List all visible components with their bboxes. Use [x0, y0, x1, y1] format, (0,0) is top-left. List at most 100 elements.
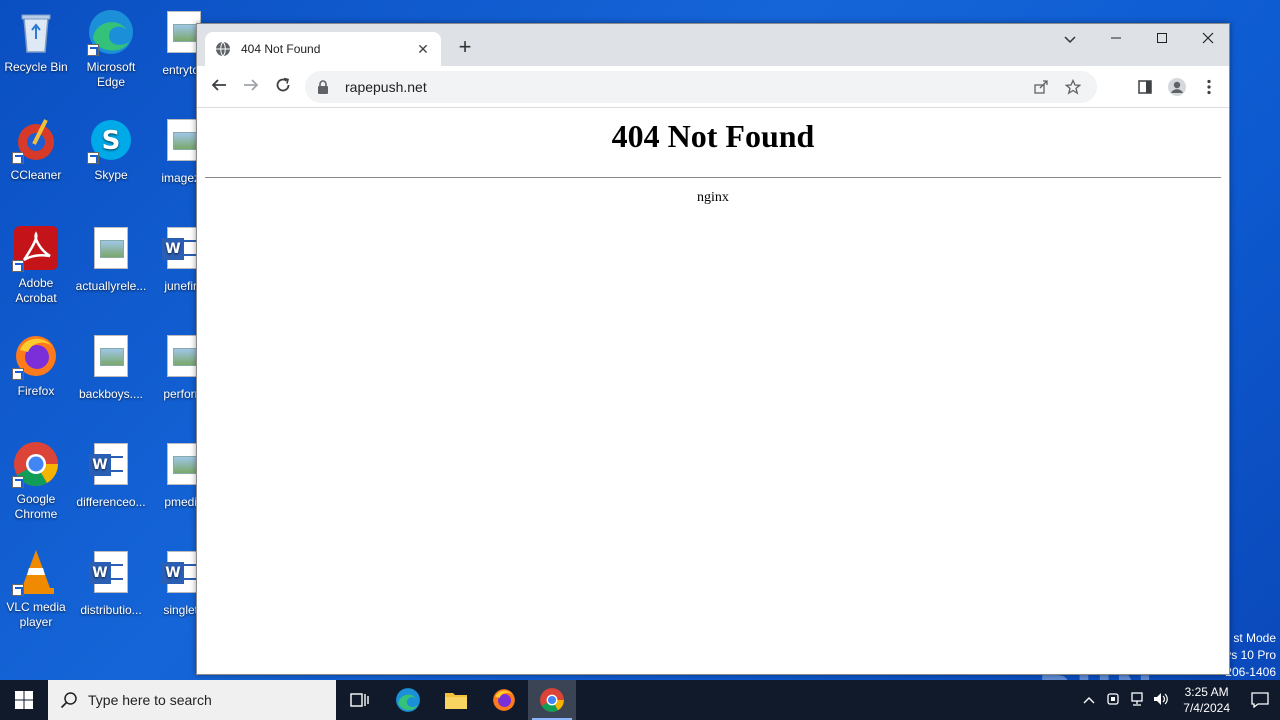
microsoft-edge-icon [87, 8, 135, 56]
clock-date: 7/4/2024 [1183, 701, 1230, 715]
shortcut-arrow-icon [87, 152, 99, 164]
taskbar-firefox-button[interactable] [480, 680, 528, 720]
google-chrome-icon [540, 688, 564, 712]
back-arrow-icon[interactable] [205, 73, 233, 101]
shortcut-arrow-icon [12, 368, 24, 380]
desktop-icon-image-file[interactable]: backboys.... [75, 332, 147, 402]
desktop-icon-label: Microsoft Edge [86, 60, 136, 89]
desktop-icon-label: VLC media player [6, 600, 66, 629]
security-icon[interactable] [1101, 692, 1125, 709]
desktop-icon-label: actuallyrele... [75, 279, 147, 293]
system-tray: 3:25 AM 7/4/2024 [1077, 680, 1280, 720]
divider [205, 177, 1221, 178]
close-tab-icon[interactable]: ✕ [415, 41, 431, 57]
microsoft-edge-icon [396, 688, 420, 712]
search-placeholder: Type here to search [88, 692, 212, 708]
maximize-button[interactable] [1139, 24, 1185, 54]
volume-icon[interactable] [1149, 692, 1173, 709]
forward-arrow-icon[interactable] [237, 73, 265, 101]
desktop-icon-label: Recycle Bin [4, 60, 68, 74]
minimize-button[interactable] [1093, 24, 1139, 54]
desktop-icon-image-file[interactable]: actuallyrele... [75, 224, 147, 294]
taskbar-chrome-button[interactable] [528, 680, 576, 720]
adobe-acrobat-icon [12, 224, 60, 272]
lock-icon[interactable] [317, 80, 331, 94]
firefox-icon [493, 689, 515, 711]
page-content: 404 Not Found nginx [197, 108, 1229, 674]
kebab-menu-icon[interactable] [1197, 75, 1221, 99]
page-heading: 404 Not Found [611, 118, 815, 154]
desktop-icon-microsoft-edge[interactable]: Microsoft Edge [75, 8, 147, 90]
server-name: nginx [697, 190, 729, 205]
search-icon [60, 691, 78, 709]
vlc-cone-icon [12, 548, 60, 596]
chrome-window: 404 Not Found ✕ + rapepush.net 404 Not F… [196, 23, 1230, 675]
system-info-text: st Mode vs 10 Pro 206-1406 [1225, 630, 1276, 681]
desktop-icon-google-chrome[interactable]: Google Chrome [0, 440, 72, 522]
bookmark-star-icon[interactable] [1061, 75, 1085, 99]
image-file-icon [87, 335, 135, 383]
windows-logo-icon [15, 691, 33, 709]
close-window-button[interactable] [1185, 24, 1231, 54]
tab-title: 404 Not Found [241, 42, 321, 56]
image-file-icon [87, 227, 135, 275]
folder-icon [445, 693, 467, 709]
new-tab-button[interactable]: + [453, 36, 477, 60]
task-view-button[interactable] [336, 680, 384, 720]
recycle-bin-icon [12, 8, 60, 56]
svg-text:S: S [102, 126, 121, 156]
chevron-up-icon[interactable] [1077, 693, 1101, 707]
tab-strip: 404 Not Found ✕ + [197, 24, 1229, 66]
word-document-icon: W [87, 551, 135, 599]
desktop-icon-label: Google Chrome [14, 492, 58, 521]
browser-toolbar: rapepush.net [197, 66, 1229, 108]
desktop-icon-label: Firefox [17, 384, 55, 398]
desktop-icon-label: backboys.... [78, 387, 144, 401]
profile-avatar-icon[interactable] [1165, 75, 1189, 99]
shortcut-arrow-icon [12, 476, 24, 488]
network-icon[interactable] [1125, 691, 1149, 709]
desktop-icon-firefox[interactable]: Firefox [0, 332, 72, 399]
globe-icon [215, 41, 231, 57]
shortcut-arrow-icon [87, 44, 99, 56]
shortcut-arrow-icon [12, 584, 24, 596]
notification-center-icon[interactable] [1240, 680, 1280, 720]
desktop-icon-ccleaner[interactable]: CCleaner [0, 116, 72, 183]
desktop-icon-label: Adobe Acrobat [15, 276, 57, 305]
sys-info-line: vs 10 Pro [1225, 648, 1276, 662]
tab-active[interactable]: 404 Not Found ✕ [205, 32, 441, 66]
google-chrome-icon [12, 440, 60, 488]
tab-search-chevron-icon[interactable] [1047, 24, 1093, 54]
taskbar-edge-button[interactable] [384, 680, 432, 720]
task-view-icon [350, 693, 369, 707]
sys-info-line: 206-1406 [1225, 665, 1276, 679]
taskbar-file-explorer-button[interactable] [432, 680, 480, 720]
skype-icon: S [87, 116, 135, 164]
desktop-icon-recycle-bin[interactable]: Recycle Bin [0, 8, 72, 75]
desktop-icon-label: CCleaner [10, 168, 62, 182]
sys-info-line: st Mode [1233, 631, 1276, 645]
clock-time: 3:25 AM [1184, 685, 1229, 699]
ccleaner-icon [12, 116, 60, 164]
taskbar-search-box[interactable]: Type here to search [48, 680, 336, 720]
reload-icon[interactable] [269, 73, 297, 101]
desktop-icon-label: Skype [94, 168, 128, 182]
share-icon[interactable] [1029, 75, 1053, 99]
clock[interactable]: 3:25 AM 7/4/2024 [1173, 684, 1240, 716]
address-bar[interactable]: rapepush.net [305, 71, 1097, 103]
desktop-icon-label: differenceo... [76, 495, 146, 509]
desktop-icon-label: distributio... [80, 603, 142, 617]
desktop-icon-skype[interactable]: S Skype [75, 116, 147, 183]
desktop-icon-adobe-acrobat[interactable]: Adobe Acrobat [0, 224, 72, 306]
shortcut-arrow-icon [12, 152, 24, 164]
start-button[interactable] [0, 680, 48, 720]
taskbar: Type here to search 3:25 AM 7/4/2024 [0, 680, 1280, 720]
word-document-icon: W [87, 443, 135, 491]
side-panel-icon[interactable] [1133, 75, 1157, 99]
desktop-icon-word-doc[interactable]: W distributio... [75, 548, 147, 618]
shortcut-arrow-icon [12, 260, 24, 272]
desktop-icon-vlc[interactable]: VLC media player [0, 548, 72, 630]
url-text[interactable]: rapepush.net [345, 79, 1021, 95]
firefox-icon [12, 332, 60, 380]
desktop-icon-word-doc[interactable]: W differenceo... [75, 440, 147, 510]
